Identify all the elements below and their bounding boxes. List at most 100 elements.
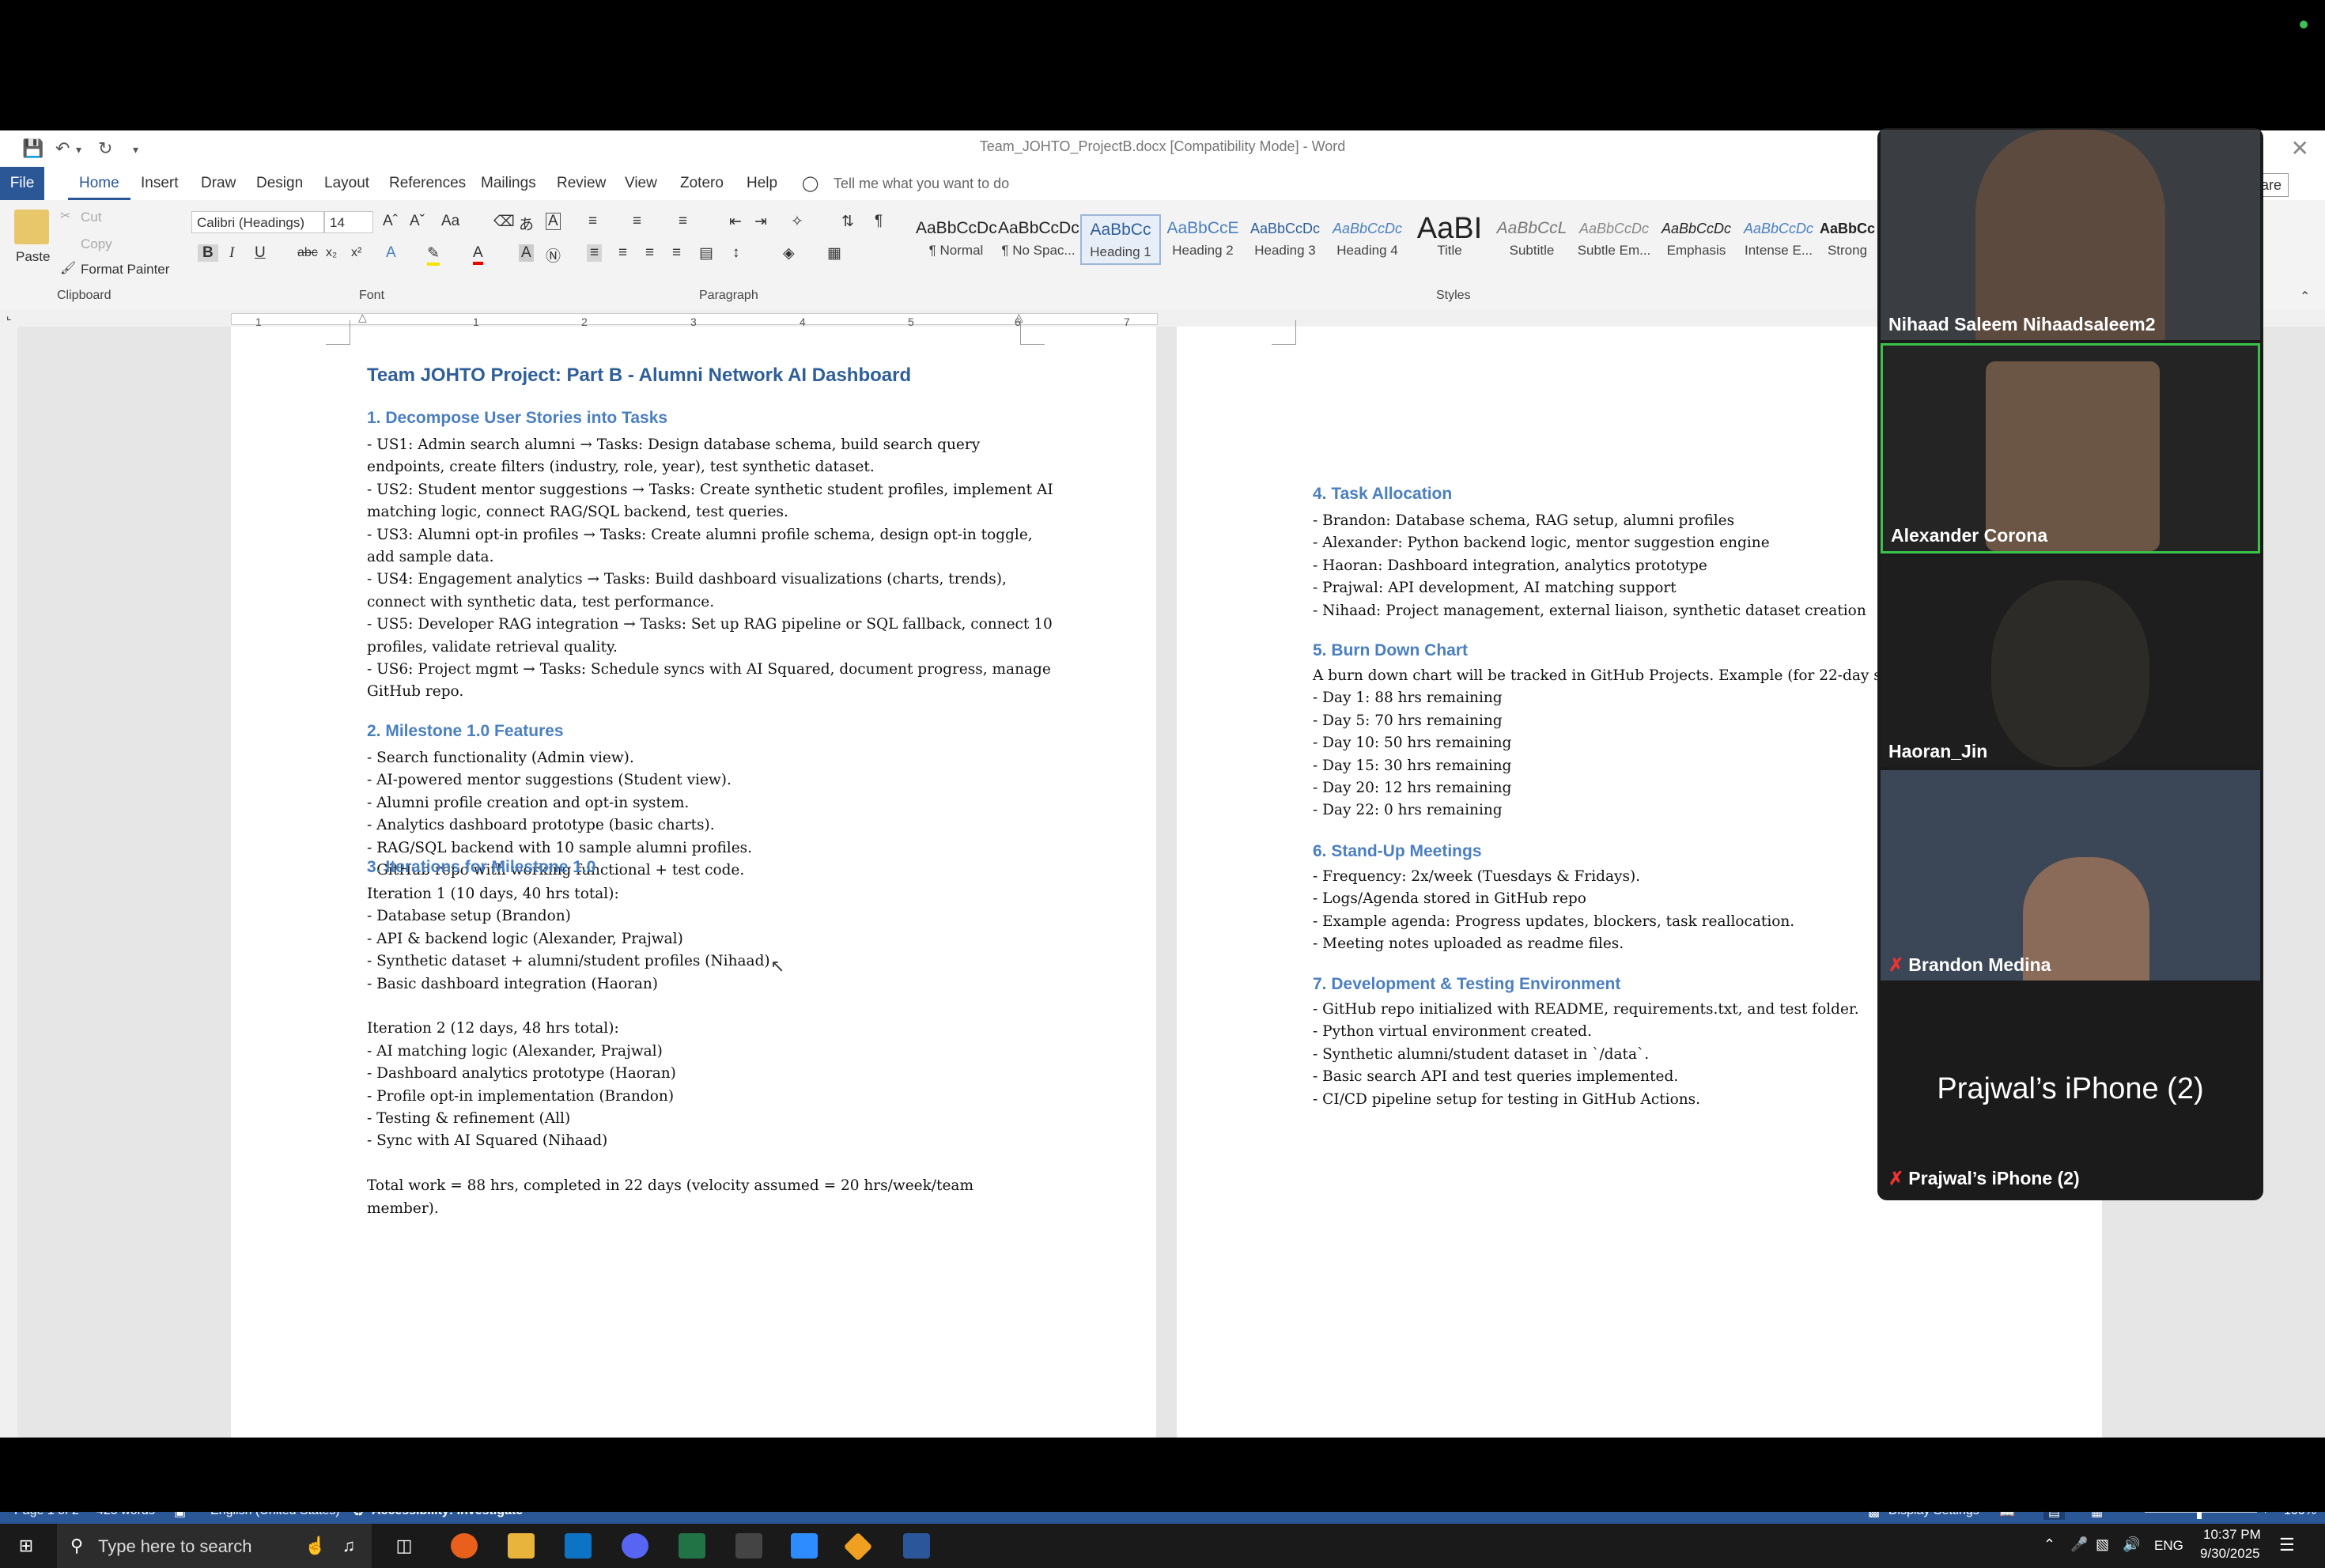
- style-heading-4[interactable]: AaBbCcDc Heading 4: [1327, 214, 1408, 265]
- highlight-icon[interactable]: ✎: [427, 244, 440, 266]
- terminal-icon[interactable]: [735, 1533, 762, 1559]
- style-heading-3[interactable]: AaBbCcDc Heading 3: [1245, 214, 1325, 265]
- style-strong[interactable]: AaBbCc Strong: [1817, 214, 1877, 265]
- subscript-icon[interactable]: x₂: [326, 246, 337, 260]
- clear-formatting-icon[interactable]: ⌫: [493, 213, 515, 231]
- show-marks-icon[interactable]: ¶: [875, 213, 883, 230]
- multilevel-list-icon[interactable]: ≡: [679, 213, 687, 230]
- format-painter-icon[interactable]: 🖌: [60, 260, 76, 276]
- word-app-icon[interactable]: [903, 1533, 930, 1559]
- tab-design[interactable]: Design: [245, 167, 314, 200]
- format-painter-button[interactable]: Format Painter: [81, 262, 169, 278]
- tab-zotero[interactable]: Zotero: [669, 167, 735, 200]
- style-subtle-emphasis[interactable]: AaBbCcDc Subtle Em...: [1574, 214, 1654, 265]
- grow-font-icon[interactable]: Aˆ: [383, 213, 398, 230]
- style-heading-2[interactable]: AaBbCcE Heading 2: [1162, 214, 1243, 265]
- clock-time[interactable]: 10:37 PM: [2203, 1527, 2261, 1543]
- left-indent-marker-icon[interactable]: △: [358, 311, 367, 324]
- tell-me-search[interactable]: Tell me what you want to do: [834, 167, 1009, 200]
- tab-help[interactable]: Help: [735, 167, 788, 200]
- increase-indent-icon[interactable]: ⇥: [754, 213, 767, 231]
- windows-start-icon[interactable]: ⊞: [13, 1533, 40, 1559]
- underline-icon[interactable]: U: [255, 244, 266, 262]
- italic-icon[interactable]: I: [229, 244, 234, 262]
- firefox-icon[interactable]: [451, 1533, 478, 1559]
- tray-chevron-icon[interactable]: ⌃: [2043, 1536, 2055, 1553]
- style-intense-emphasis[interactable]: AaBbCcDc Intense E...: [1738, 214, 1819, 265]
- phonetic-guide-icon[interactable]: あ: [519, 213, 534, 234]
- network-icon[interactable]: ▧: [2096, 1536, 2109, 1553]
- line-spacing-icon[interactable]: ↕: [732, 244, 740, 262]
- text-effects-icon[interactable]: A: [386, 244, 396, 262]
- style-subtitle[interactable]: AaBbCcL Subtitle: [1491, 214, 1572, 265]
- style-title[interactable]: AaBI Title: [1409, 214, 1490, 265]
- style-normal[interactable]: AaBbCcDc ¶ Normal: [916, 214, 996, 265]
- participant-tile-active-speaker[interactable]: Alexander Corona: [1881, 343, 2260, 554]
- style-emphasis[interactable]: AaBbCcDc Emphasis: [1656, 214, 1737, 265]
- font-name-box[interactable]: Calibri (Headings): [191, 211, 324, 233]
- discord-icon[interactable]: [622, 1533, 648, 1559]
- clock-date[interactable]: 9/30/2025: [2200, 1546, 2260, 1562]
- input-language[interactable]: ENG: [2154, 1538, 2183, 1554]
- tab-mailings[interactable]: Mailings: [470, 167, 547, 200]
- tab-home[interactable]: Home: [68, 167, 130, 200]
- taskbar-search-box[interactable]: ⚲ Type here to search ☝ ♫: [57, 1524, 372, 1568]
- shrink-font-icon[interactable]: Aˇ: [410, 213, 425, 230]
- borders-icon[interactable]: ▦: [827, 244, 841, 263]
- align-right-icon[interactable]: ≡: [645, 244, 654, 262]
- tab-view[interactable]: View: [614, 167, 668, 200]
- tab-review[interactable]: Review: [546, 167, 617, 200]
- notifications-icon[interactable]: ☰: [2279, 1535, 2295, 1555]
- paste-icon[interactable]: [14, 210, 49, 244]
- tab-references[interactable]: References: [378, 167, 477, 200]
- cut-button[interactable]: Cut: [81, 210, 101, 225]
- participant-tile[interactable]: Haoran_Jin: [1881, 557, 2260, 767]
- tab-file[interactable]: File: [0, 167, 44, 200]
- tab-draw[interactable]: Draw: [190, 167, 247, 200]
- git-icon[interactable]: [843, 1532, 873, 1562]
- character-border-icon[interactable]: A: [546, 213, 561, 230]
- strikethrough-icon[interactable]: abc: [297, 246, 318, 260]
- numbering-icon[interactable]: ≡: [633, 213, 641, 230]
- tab-layout[interactable]: Layout: [313, 167, 380, 200]
- collapse-ribbon-icon[interactable]: ⌃: [2300, 289, 2310, 304]
- microphone-icon[interactable]: 🎤: [2070, 1536, 2088, 1553]
- participant-video: [1986, 361, 2160, 551]
- volume-icon[interactable]: 🔊: [2123, 1536, 2140, 1553]
- distributed-icon[interactable]: ▤: [699, 244, 713, 263]
- sort-icon[interactable]: ⇅: [841, 213, 854, 231]
- enclose-characters-icon[interactable]: Ⓝ: [546, 244, 561, 266]
- font-color-icon[interactable]: A: [473, 244, 483, 265]
- asian-layout-icon[interactable]: ✧: [791, 213, 803, 231]
- ruler-bar[interactable]: 1 1 2 3 4 5 6 7 △ △: [231, 311, 1158, 328]
- participant-tile[interactable]: Nihaad Saleem Nihaadsaleem2: [1881, 130, 2260, 340]
- bold-icon[interactable]: B: [198, 244, 218, 262]
- superscript-icon[interactable]: x²: [351, 246, 361, 260]
- copy-button[interactable]: Copy: [81, 236, 112, 252]
- bullets-icon[interactable]: ≡: [588, 213, 597, 230]
- character-shading-icon[interactable]: A: [519, 244, 534, 262]
- participant-tile[interactable]: ✗ Brandon Medina: [1881, 770, 2260, 980]
- paste-button[interactable]: Paste: [16, 249, 50, 265]
- page-1[interactable]: Team JOHTO Project: Part B - Alumni Netw…: [231, 320, 1156, 1500]
- outlook-icon[interactable]: [565, 1533, 592, 1559]
- participant-tile[interactable]: Prajwal’s iPhone (2) ✗ Prajwal’s iPhone (…: [1881, 984, 2260, 1194]
- close-icon[interactable]: ✕: [2291, 135, 2309, 161]
- shading-icon[interactable]: ◈: [783, 244, 795, 263]
- file-explorer-icon[interactable]: [508, 1533, 535, 1559]
- tab-selector-icon[interactable]: ⌞: [6, 309, 12, 323]
- align-center-icon[interactable]: ≡: [618, 244, 627, 262]
- zoom-app-icon[interactable]: [791, 1533, 818, 1559]
- font-size-box[interactable]: 14: [324, 211, 373, 233]
- style-heading-1[interactable]: AaBbCc Heading 1: [1080, 214, 1161, 265]
- decrease-indent-icon[interactable]: ⇤: [729, 213, 742, 231]
- tab-insert[interactable]: Insert: [130, 167, 190, 200]
- paragraph-group-label: Paragraph: [699, 289, 758, 302]
- excel-icon[interactable]: [679, 1533, 705, 1559]
- cut-icon[interactable]: ✂: [60, 208, 70, 224]
- change-case-icon[interactable]: Aa: [441, 213, 459, 230]
- style-no-spacing[interactable]: AaBbCcDc ¶ No Spac...: [998, 214, 1079, 265]
- justify-icon[interactable]: ≡: [672, 244, 681, 262]
- align-left-icon[interactable]: ≡: [587, 244, 603, 262]
- task-view-icon[interactable]: ◫: [391, 1533, 418, 1559]
